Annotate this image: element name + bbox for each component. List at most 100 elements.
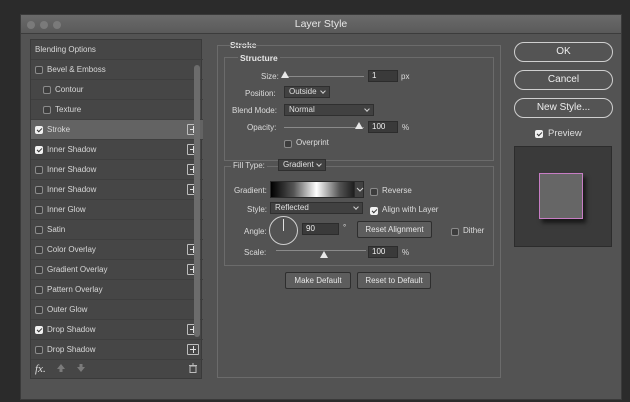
style-item-label: Blending Options [35, 45, 96, 54]
fill-type-dropdown[interactable]: Gradient [278, 159, 326, 171]
styles-list-scrollbar[interactable] [194, 65, 200, 337]
style-item-checkbox[interactable] [35, 325, 43, 334]
position-label: Position: [245, 89, 276, 98]
style-item-label: Gradient Overlay [47, 265, 108, 274]
style-label: Style: [247, 205, 268, 214]
minimize-window-button[interactable] [40, 21, 48, 29]
style-item-checkbox[interactable] [35, 65, 43, 74]
layer-style-dialog: Layer Style Blending Options Bevel & Embo… [20, 14, 622, 400]
gradient-picker[interactable] [270, 181, 363, 198]
style-item[interactable]: Satin [31, 220, 203, 240]
blend-mode-dropdown[interactable]: Normal [284, 104, 374, 116]
style-item-label: Outer Glow [47, 305, 88, 314]
reverse-checkbox[interactable] [370, 186, 378, 196]
style-item-label: Stroke [47, 125, 71, 134]
angle-field[interactable]: 90 [302, 223, 339, 235]
style-item-label: Inner Shadow [47, 185, 97, 194]
style-item-label: Color Overlay [47, 245, 96, 254]
reset-alignment-button[interactable]: Reset Alignment [357, 221, 432, 238]
ok-button[interactable]: OK [514, 42, 613, 62]
style-item[interactable]: Contour [31, 80, 203, 100]
style-item-label: Drop Shadow [47, 325, 96, 334]
style-item-label: Bevel & Emboss [47, 65, 106, 74]
opacity-unit: % [402, 123, 410, 132]
fill-type-label: Fill Type: [231, 161, 267, 170]
opacity-slider-thumb[interactable] [355, 122, 363, 129]
style-preview [514, 146, 612, 247]
styles-list-footer: fx. [30, 359, 210, 379]
style-item[interactable]: Inner Shadow [31, 180, 203, 200]
style-item-checkbox[interactable] [35, 265, 43, 274]
style-item[interactable]: Pattern Overlay [31, 280, 203, 300]
add-effect-icon[interactable] [187, 344, 199, 355]
trash-icon[interactable] [188, 363, 198, 373]
title-bar[interactable]: Layer Style [21, 15, 621, 34]
styles-list: Blending Options Bevel & Emboss Contour Tex… [30, 39, 203, 379]
style-item-checkbox[interactable] [35, 285, 43, 294]
gradient-dropdown-arrow[interactable] [354, 181, 364, 198]
style-item-checkbox[interactable] [35, 185, 43, 194]
preview-swatch [539, 173, 583, 219]
size-unit: px [401, 72, 410, 81]
style-item-checkbox[interactable] [43, 85, 51, 94]
style-item[interactable]: Inner Glow [31, 200, 203, 220]
style-item[interactable]: Outer Glow [31, 300, 203, 320]
opacity-field[interactable]: 100 [368, 121, 398, 133]
make-default-button[interactable]: Make Default [285, 272, 351, 289]
scale-slider-thumb[interactable] [320, 251, 328, 258]
scale-field[interactable]: 100 [368, 246, 398, 258]
window-controls [27, 21, 61, 29]
cancel-button[interactable]: Cancel [514, 70, 613, 90]
style-dropdown[interactable]: Reflected [270, 202, 363, 214]
new-style-button[interactable]: New Style... [514, 98, 613, 118]
style-item-checkbox[interactable] [43, 105, 51, 114]
style-item-checkbox[interactable] [35, 205, 43, 214]
preview-checkbox[interactable] [535, 128, 543, 138]
style-item[interactable]: Bevel & Emboss [31, 60, 203, 80]
gradient-label: Gradient: [234, 186, 267, 195]
style-item[interactable]: Gradient Overlay [31, 260, 203, 280]
style-item[interactable]: Inner Shadow [31, 160, 203, 180]
dither-checkbox[interactable] [451, 226, 459, 236]
arrow-up-icon[interactable] [56, 363, 66, 373]
style-item[interactable]: Color Overlay [31, 240, 203, 260]
style-item-checkbox[interactable] [35, 345, 43, 354]
style-item-checkbox[interactable] [35, 125, 43, 134]
size-slider-track[interactable] [284, 76, 364, 77]
style-item[interactable]: Drop Shadow [31, 320, 203, 340]
style-item[interactable]: Drop Shadow [31, 340, 203, 360]
fx-menu-button[interactable]: fx. [35, 363, 46, 375]
size-slider-thumb[interactable] [281, 71, 289, 78]
style-item-label: Texture [55, 105, 82, 114]
angle-label: Angle: [244, 227, 267, 236]
style-item[interactable]: Inner Shadow [31, 140, 203, 160]
structure-title: Structure [238, 53, 280, 63]
style-item-label: Satin [47, 225, 66, 234]
arrow-down-icon[interactable] [76, 363, 86, 373]
scale-unit: % [402, 248, 410, 257]
style-item[interactable]: Blending Options [31, 40, 203, 60]
position-dropdown[interactable]: Outside [284, 86, 330, 98]
style-item-checkbox[interactable] [35, 225, 43, 234]
style-item-label: Inner Glow [47, 205, 86, 214]
size-label: Size: [261, 72, 279, 81]
style-item-checkbox[interactable] [35, 305, 43, 314]
angle-dial[interactable] [269, 216, 298, 245]
style-item-checkbox[interactable] [35, 245, 43, 254]
window-title: Layer Style [294, 18, 348, 30]
style-item-checkbox[interactable] [35, 145, 43, 154]
style-item[interactable]: Texture [31, 100, 203, 120]
style-item[interactable]: Stroke [31, 120, 203, 140]
opacity-slider-track[interactable] [284, 127, 364, 128]
style-item-checkbox[interactable] [35, 165, 43, 174]
zoom-window-button[interactable] [53, 21, 61, 29]
reset-to-default-button[interactable]: Reset to Default [357, 272, 431, 289]
angle-dial-needle [283, 219, 284, 231]
scale-label: Scale: [244, 248, 267, 257]
align-with-layer-checkbox[interactable] [370, 205, 378, 215]
overprint-checkbox[interactable] [284, 138, 292, 148]
style-item-label: Inner Shadow [47, 145, 97, 154]
close-window-button[interactable] [27, 21, 35, 29]
opacity-label: Opacity: [247, 123, 277, 132]
size-field[interactable]: 1 [368, 70, 398, 82]
